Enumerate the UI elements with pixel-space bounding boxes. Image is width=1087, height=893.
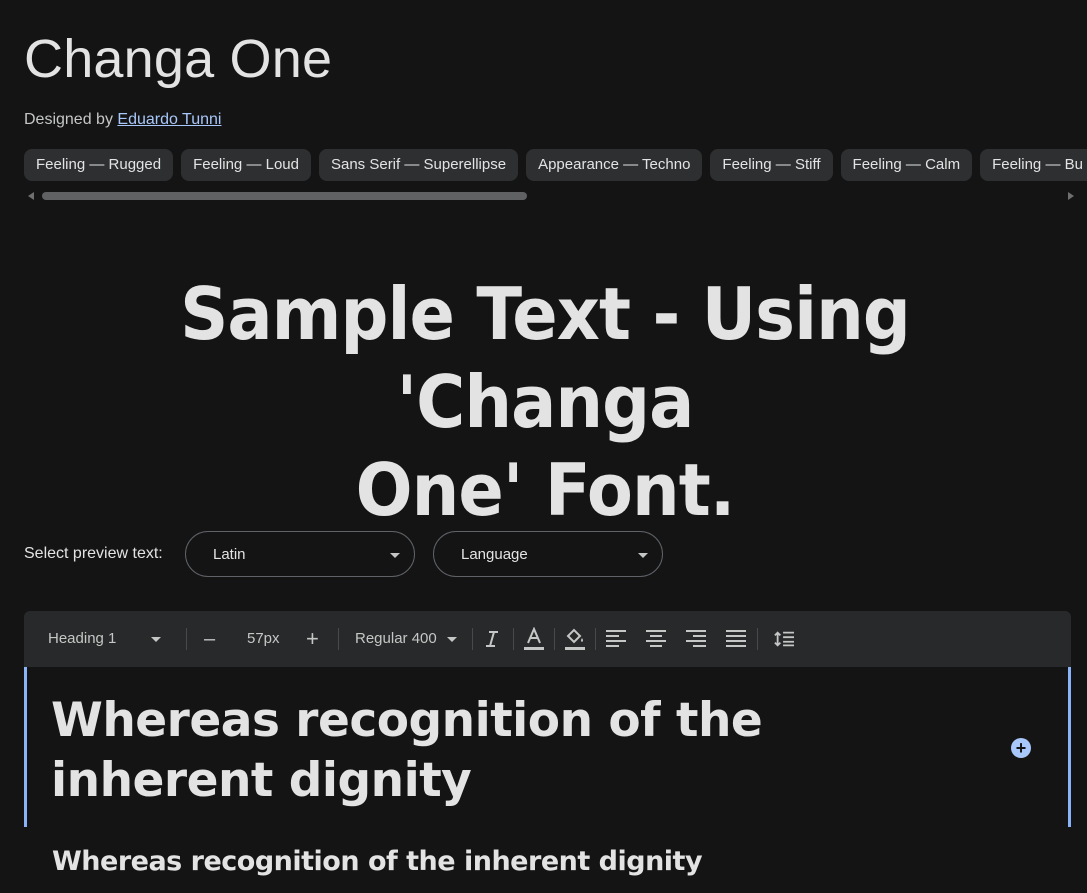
- toolbar-divider: [186, 628, 187, 650]
- script-select-value: Latin: [213, 546, 246, 563]
- chevron-down-icon: [150, 636, 161, 642]
- chevron-down-icon: [446, 636, 457, 642]
- preview-text-label: Select preview text:: [24, 545, 163, 562]
- scroll-right-arrow-icon[interactable]: [1068, 192, 1074, 200]
- designed-by-label: Designed by: [24, 111, 113, 128]
- weight-dropdown-value: Regular 400: [355, 630, 437, 647]
- align-justify-icon[interactable]: [726, 630, 746, 648]
- toolbar-divider: [554, 628, 555, 650]
- font-size-value[interactable]: 57px: [247, 611, 280, 667]
- toolbar-divider: [338, 628, 339, 650]
- editor-toolbar: Heading 1 – 57px + Regular 400: [24, 611, 1071, 667]
- scroll-left-arrow-icon[interactable]: [28, 192, 34, 200]
- align-center-icon[interactable]: [646, 630, 666, 648]
- align-left-icon[interactable]: [606, 630, 626, 648]
- style-dropdown[interactable]: Heading 1: [48, 611, 161, 667]
- tag-chip[interactable]: Feeling — Calm: [840, 149, 973, 181]
- chevron-down-icon: [390, 553, 400, 558]
- page-title: Changa One: [24, 29, 333, 89]
- toolbar-divider: [513, 628, 514, 650]
- italic-icon[interactable]: [482, 630, 502, 648]
- secondary-sample-text: Whereas recognition of the inherent dign…: [52, 846, 703, 877]
- add-circle-icon[interactable]: +: [1011, 738, 1031, 758]
- tag-chip[interactable]: Feeling — Stiff: [710, 149, 833, 181]
- hero-line-2: One' Font.: [355, 448, 736, 532]
- tag-list: Feeling — Rugged Feeling — Loud Sans Serif…: [24, 149, 1087, 183]
- tag-chip[interactable]: Feeling — Loud: [181, 149, 311, 181]
- align-right-icon[interactable]: [686, 630, 706, 648]
- tag-chip[interactable]: Feeling — Bu: [980, 149, 1087, 181]
- toolbar-divider: [472, 628, 473, 650]
- designer-line: Designed by Eduardo Tunni: [24, 111, 221, 129]
- editor-preview-text[interactable]: Whereas recognition of the inherent dign…: [51, 691, 791, 811]
- tag-chip[interactable]: Feeling — Rugged: [24, 149, 174, 181]
- designer-link[interactable]: Eduardo Tunni: [117, 111, 221, 128]
- tag-chip[interactable]: Sans Serif — Superellipse: [318, 149, 519, 181]
- scrollbar-thumb[interactable]: [42, 192, 527, 200]
- toolbar-divider: [757, 628, 758, 650]
- hero-line-1: Sample Text - Using 'Changa: [180, 272, 911, 444]
- sample-text-hero: Sample Text - Using 'Changa One' Font.: [57, 270, 1034, 534]
- line-spacing-icon[interactable]: [774, 630, 794, 648]
- weight-dropdown[interactable]: Regular 400: [355, 611, 457, 667]
- toolbar-divider: [595, 628, 596, 650]
- highlight-fill-icon[interactable]: [565, 627, 585, 651]
- increase-size-button[interactable]: +: [306, 611, 319, 667]
- decrease-size-button[interactable]: –: [204, 611, 215, 667]
- preview-editor[interactable]: Whereas recognition of the inherent dign…: [24, 667, 1071, 827]
- style-dropdown-value: Heading 1: [48, 630, 117, 647]
- chevron-down-icon: [638, 553, 648, 558]
- script-select[interactable]: Latin: [185, 531, 415, 577]
- text-color-icon[interactable]: [524, 627, 544, 651]
- tag-scrollbar[interactable]: [24, 190, 1074, 202]
- tag-chip[interactable]: Appearance — Techno: [526, 149, 703, 181]
- language-select[interactable]: Language: [433, 531, 663, 577]
- language-select-value: Language: [461, 546, 528, 563]
